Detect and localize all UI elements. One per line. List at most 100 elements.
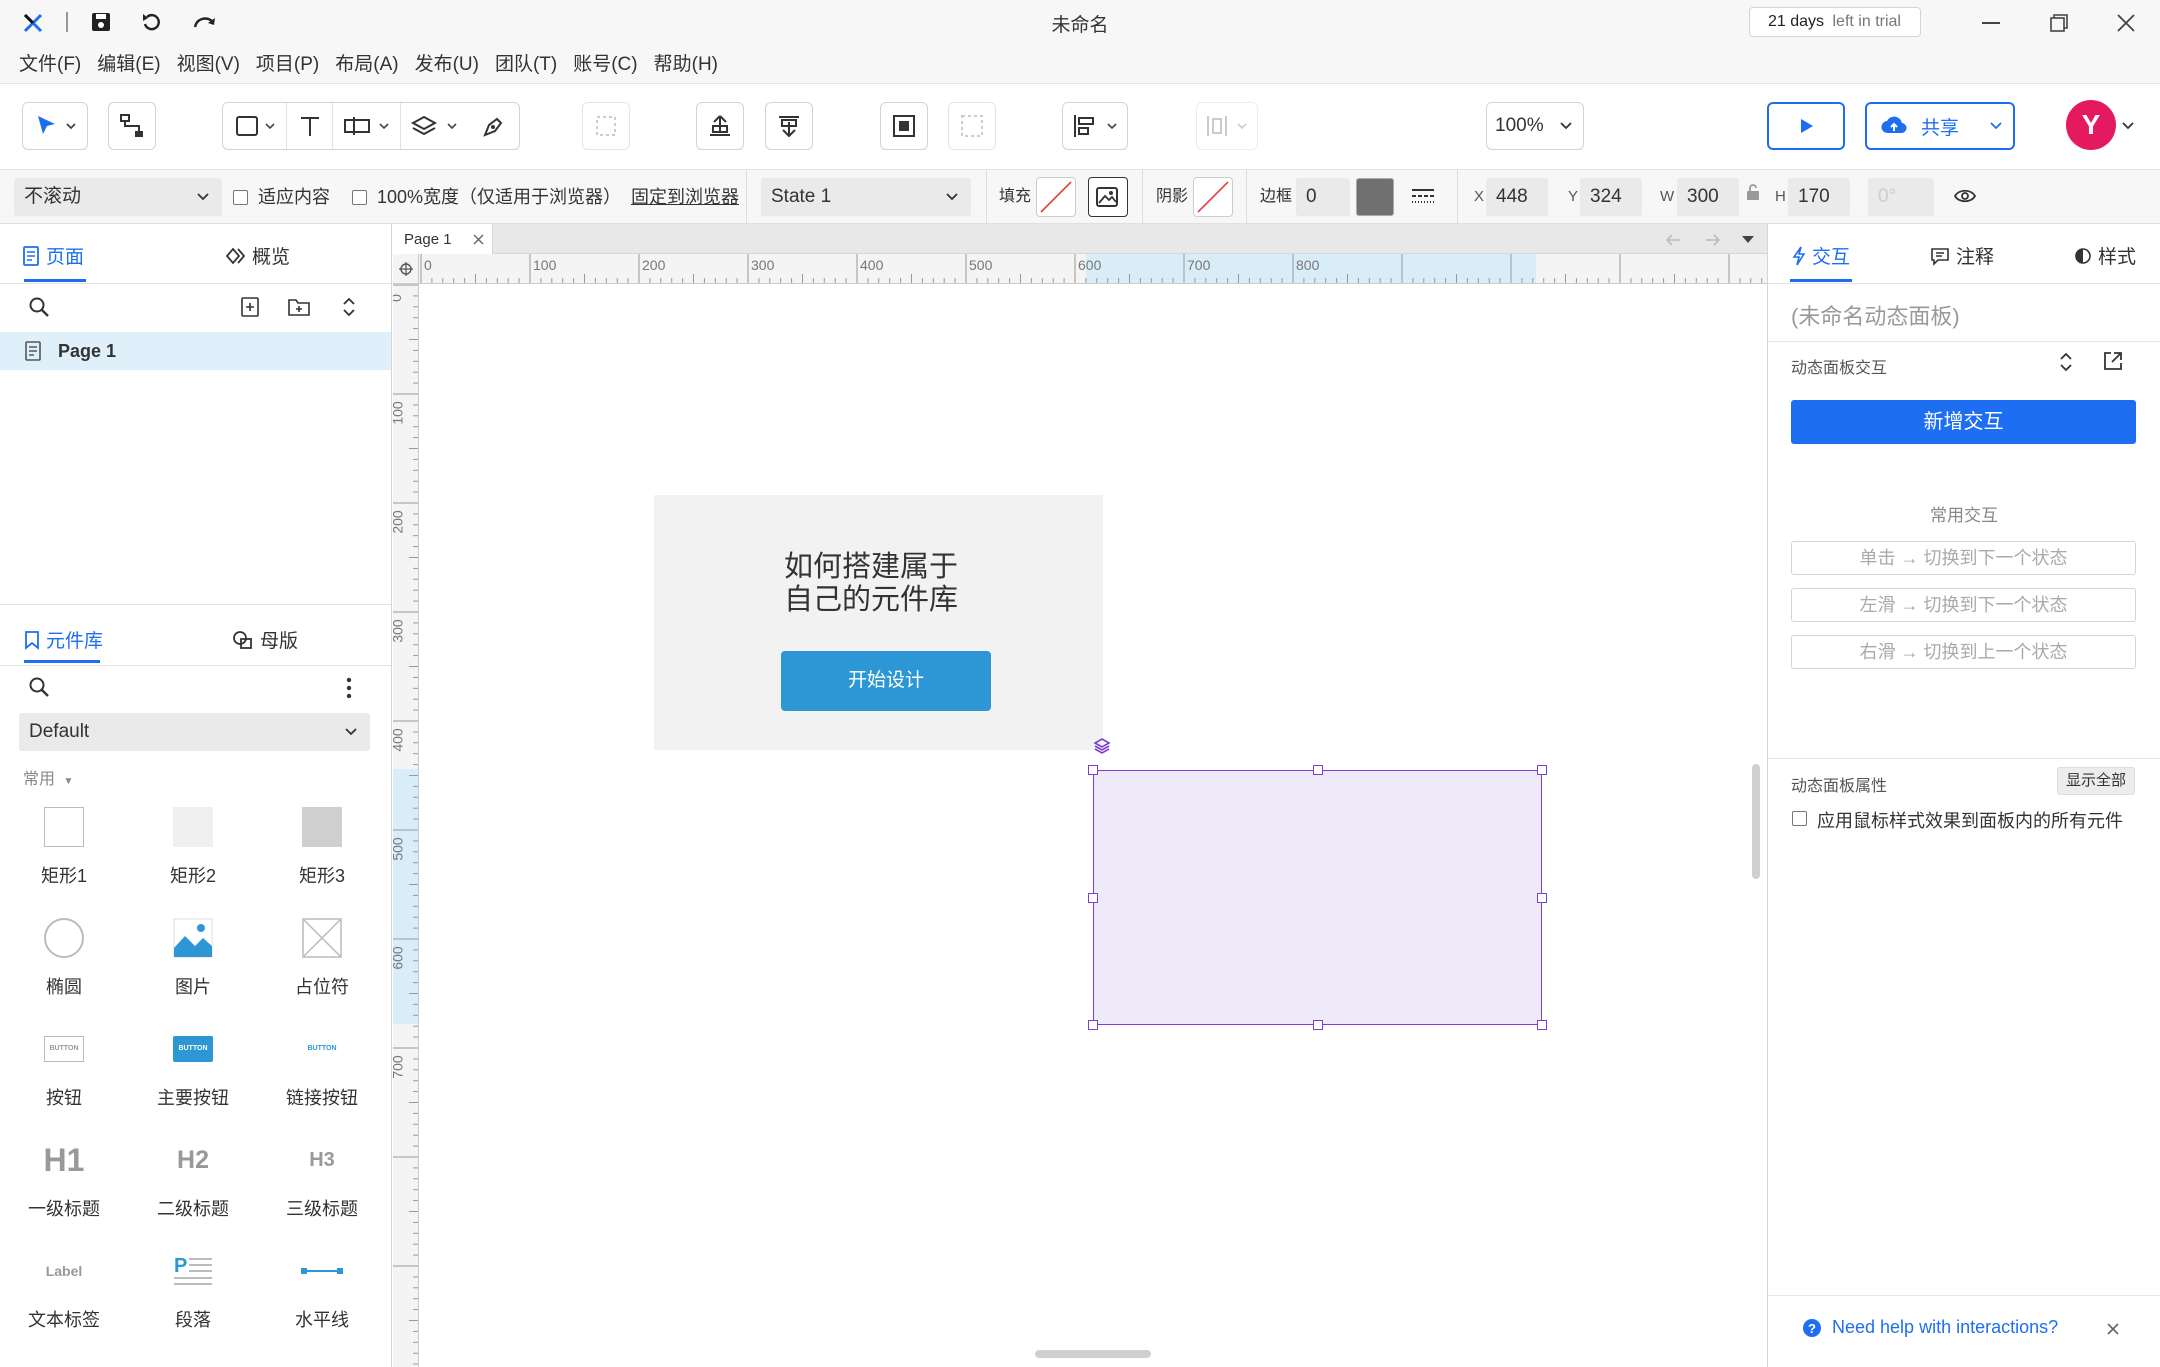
menu-view[interactable]: 视图(V) <box>177 46 240 84</box>
select-tool-button[interactable] <box>22 102 88 150</box>
state-select[interactable]: State 1 <box>761 178 971 216</box>
ruler-corner[interactable] <box>393 254 419 284</box>
ungroup-button[interactable] <box>948 102 996 150</box>
resize-handle[interactable] <box>1088 765 1098 775</box>
resize-handle[interactable] <box>1313 765 1323 775</box>
tab-library[interactable]: 元件库 <box>24 626 103 653</box>
library-item-horizontal-line[interactable]: 水平线 <box>267 1248 377 1332</box>
vertical-scrollbar[interactable] <box>1752 764 1760 879</box>
menu-layout[interactable]: 布局(A) <box>335 46 398 84</box>
show-all-button[interactable]: 显示全部 <box>2057 767 2135 795</box>
fill-color-swatch[interactable] <box>1036 177 1076 217</box>
group-button[interactable] <box>582 102 630 150</box>
menu-project[interactable]: 项目(P) <box>256 46 319 84</box>
library-item-h1[interactable]: H1 一级标题 <box>9 1137 119 1221</box>
avatar[interactable]: Y <box>2066 100 2116 150</box>
close-tab-icon[interactable] <box>473 234 484 245</box>
resize-handle[interactable] <box>1088 893 1098 903</box>
account-menu-chevron[interactable] <box>2121 121 2135 131</box>
pen-tool[interactable] <box>468 102 520 150</box>
visibility-toggle[interactable] <box>1953 187 1977 205</box>
canvas-card[interactable]: 如何搭建属于 自己的元件库 开始设计 <box>654 495 1103 750</box>
common-interaction-click[interactable]: 单击 → 切换到下一个状态 <box>1791 541 2136 575</box>
rectangle-tool[interactable] <box>223 103 287 149</box>
full-width-checkbox[interactable] <box>352 190 367 205</box>
tab-outline[interactable]: 概览 <box>226 242 290 269</box>
search-icon[interactable] <box>28 676 50 698</box>
save-icon[interactable] <box>90 11 112 33</box>
library-item-image[interactable]: 图片 <box>138 915 248 999</box>
send-back-button[interactable] <box>765 102 813 150</box>
add-folder-icon[interactable] <box>287 297 311 317</box>
text-tool[interactable] <box>287 103 333 149</box>
library-item-label-text[interactable]: Label 文本标签 <box>9 1248 119 1332</box>
library-item-h3[interactable]: H3 三级标题 <box>267 1137 377 1221</box>
tab-masters[interactable]: 母版 <box>232 626 298 653</box>
menu-account[interactable]: 账号(C) <box>573 46 637 84</box>
bring-front-button[interactable] <box>696 102 744 150</box>
tab-back-icon[interactable] <box>1664 233 1682 247</box>
shadow-swatch[interactable] <box>1193 177 1233 217</box>
menu-team[interactable]: 团队(T) <box>495 46 557 84</box>
border-color-swatch[interactable] <box>1356 178 1394 216</box>
resize-handle[interactable] <box>1537 765 1547 775</box>
y-input[interactable]: 324 <box>1580 178 1642 216</box>
border-width-input[interactable]: 0 <box>1296 178 1350 216</box>
dynamic-panel[interactable] <box>1093 770 1542 1025</box>
connector-tool-button[interactable] <box>108 102 156 150</box>
lock-ratio-icon[interactable] <box>1745 183 1761 201</box>
horizontal-ruler[interactable]: 0 100 200 300 400 500 600 700 800 <box>419 254 1767 284</box>
rotation-input[interactable]: 0° <box>1868 178 1934 216</box>
tab-notes[interactable]: 注释 <box>1930 242 1994 269</box>
library-item-rect2[interactable]: 矩形2 <box>138 804 248 888</box>
library-item-link-button[interactable]: BUTTON 链接按钮 <box>267 1026 377 1110</box>
redo-icon[interactable] <box>192 11 218 33</box>
apply-cursor-checkbox[interactable] <box>1792 811 1807 826</box>
vertical-ruler[interactable]: 0 100 200 300 400 500 600 700 <box>393 284 419 1367</box>
expand-collapse-icon[interactable] <box>341 295 357 319</box>
minimize-button[interactable] <box>1982 22 2000 24</box>
panel-name-field[interactable]: (未命名动态面板) <box>1791 299 1960 331</box>
share-button[interactable]: 共享 <box>1865 102 2015 150</box>
tab-style[interactable]: 样式 <box>2074 242 2136 269</box>
fill-image-button[interactable] <box>1088 177 1128 217</box>
distribute-button[interactable] <box>1196 102 1258 150</box>
scroll-select[interactable]: 不滚动 <box>14 178 222 216</box>
x-input[interactable]: 448 <box>1486 178 1548 216</box>
w-input[interactable]: 300 <box>1677 178 1739 216</box>
align-button[interactable] <box>1062 102 1128 150</box>
start-design-button[interactable]: 开始设计 <box>781 651 991 711</box>
page-list-item[interactable]: Page 1 <box>0 332 391 370</box>
tab-forward-icon[interactable] <box>1704 233 1722 247</box>
more-options-icon[interactable] <box>346 677 352 699</box>
fit-content-checkbox[interactable] <box>233 190 248 205</box>
section-common[interactable]: 常用 ▼ <box>23 765 73 789</box>
undo-icon[interactable] <box>141 11 163 33</box>
pin-to-browser-link[interactable]: 固定到浏览器 <box>631 187 739 207</box>
layers-tool[interactable] <box>401 103 469 149</box>
trial-badge[interactable]: 21 days left in trial <box>1749 7 1921 37</box>
resize-handle[interactable] <box>1313 1020 1323 1030</box>
library-item-rect1[interactable]: 矩形1 <box>9 804 119 888</box>
close-icon[interactable] <box>2106 1322 2120 1336</box>
library-item-ellipse[interactable]: 椭圆 <box>9 915 119 999</box>
library-item-primary-button[interactable]: BUTTON 主要按钮 <box>138 1026 248 1110</box>
library-item-placeholder[interactable]: 占位符 <box>267 915 377 999</box>
tab-pages[interactable]: 页面 <box>22 242 84 269</box>
library-item-paragraph[interactable]: P 段落 <box>138 1248 248 1332</box>
maximize-button[interactable] <box>2050 14 2068 32</box>
horizontal-scrollbar[interactable] <box>1035 1350 1151 1358</box>
menu-edit[interactable]: 编辑(E) <box>97 46 160 84</box>
preview-button[interactable] <box>1767 102 1845 150</box>
make-component-button[interactable] <box>880 102 928 150</box>
tab-interactions[interactable]: 交互 <box>1792 242 1850 269</box>
canvas-tab-page1[interactable]: Page 1 <box>393 224 493 254</box>
search-icon[interactable] <box>28 296 50 318</box>
resize-handle[interactable] <box>1537 893 1547 903</box>
resize-handle[interactable] <box>1088 1020 1098 1030</box>
h-input[interactable]: 170 <box>1788 178 1850 216</box>
menu-publish[interactable]: 发布(U) <box>415 46 479 84</box>
tab-menu-icon[interactable] <box>1741 235 1755 245</box>
library-item-rect3[interactable]: 矩形3 <box>267 804 377 888</box>
common-interaction-swipe-right[interactable]: 右滑 → 切换到上一个状态 <box>1791 635 2136 669</box>
